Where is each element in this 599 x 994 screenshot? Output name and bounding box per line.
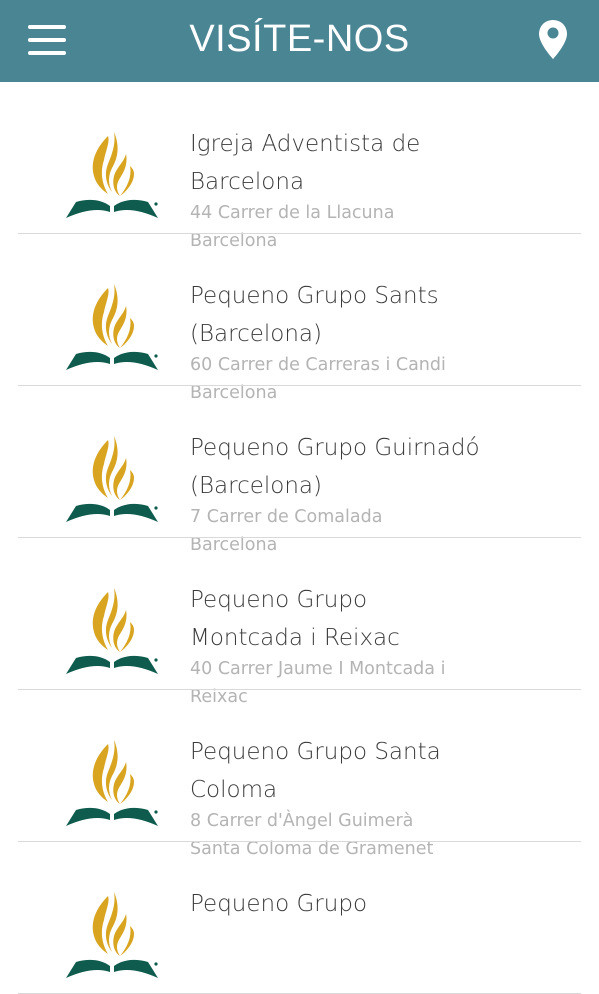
page-title: VISÍTE-NOS <box>189 18 410 60</box>
app-header: VISÍTE-NOS <box>0 0 599 82</box>
location-list-item[interactable]: Pequeno Grupo Sants (Barcelona) 60 Carre… <box>0 234 599 403</box>
location-name: Pequeno Grupo Montcada i Reixac <box>190 587 400 651</box>
adventist-logo-icon <box>66 588 158 674</box>
map-pin-icon[interactable] <box>536 18 570 62</box>
location-name: Pequeno Grupo <box>190 891 368 917</box>
address-line-1: 7 Carrer de Comalada <box>190 507 383 527</box>
location-list-item[interactable]: Pequeno Grupo Santa Coloma 8 Carrer d'Àn… <box>0 690 599 859</box>
adventist-logo-icon <box>66 132 158 218</box>
address-line-1: 8 Carrer d'Àngel Guimerà <box>190 811 414 831</box>
location-name: Igreja Adventista de Barcelona <box>190 131 421 195</box>
adventist-logo-icon <box>66 436 158 522</box>
location-name: Pequeno Grupo Santa Coloma <box>190 739 441 803</box>
location-list-item[interactable]: Pequeno Grupo Guirnadó (Barcelona) 7 Car… <box>0 386 599 555</box>
location-list-item[interactable]: Pequeno Grupo <box>0 842 599 994</box>
adventist-logo-icon <box>66 892 158 978</box>
adventist-logo-icon <box>66 284 158 370</box>
location-list: Igreja Adventista de Barcelona 44 Carrer… <box>0 82 599 994</box>
location-name: Pequeno Grupo Sants (Barcelona) <box>190 283 439 347</box>
location-list-item[interactable]: Igreja Adventista de Barcelona 44 Carrer… <box>0 82 599 251</box>
location-list-item[interactable]: Pequeno Grupo Montcada i Reixac 40 Carre… <box>0 538 599 707</box>
address-line-1: 44 Carrer de la Llacuna <box>190 203 395 223</box>
address-line-1: 60 Carrer de Carreras i Candi <box>190 355 446 375</box>
location-name: Pequeno Grupo Guirnadó (Barcelona) <box>190 435 480 499</box>
address-line-1: 40 Carrer Jaume I Montcada i <box>190 659 446 679</box>
adventist-logo-icon <box>66 740 158 826</box>
